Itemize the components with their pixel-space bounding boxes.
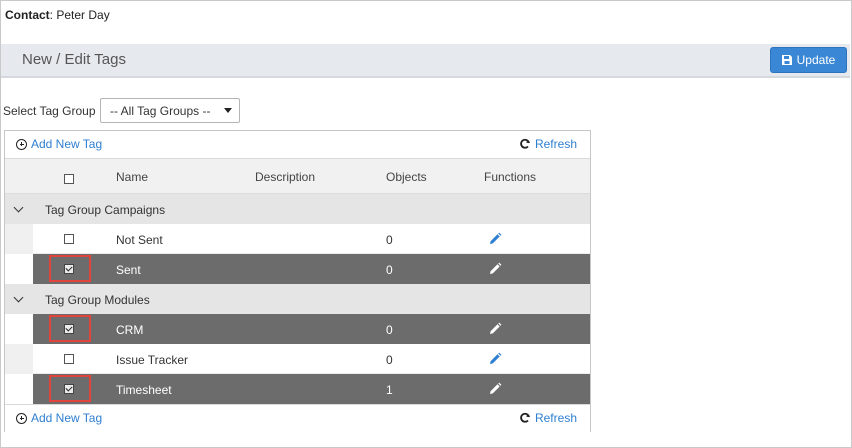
row-checkbox[interactable]	[64, 354, 74, 364]
page-title: New / Edit Tags	[22, 51, 126, 68]
refresh-label: Refresh	[534, 411, 577, 425]
tag-name: Not Sent	[116, 233, 163, 247]
add-new-tag-label: Add New Tag	[31, 137, 103, 151]
pencil-icon[interactable]	[488, 232, 502, 246]
tag-name: Issue Tracker	[116, 353, 189, 367]
update-button[interactable]: Update	[770, 47, 847, 73]
plus-circle-icon	[16, 412, 27, 424]
column-header-objects[interactable]: Objects	[386, 170, 427, 184]
refresh-icon	[520, 412, 530, 423]
row-indent	[5, 344, 33, 374]
group-row-campaigns[interactable]: Tag Group Campaigns	[5, 194, 590, 224]
group-name: Tag Group Modules	[45, 293, 150, 307]
tags-grid: Add New Tag Refresh Name Description Obj…	[4, 130, 591, 432]
row-checkbox[interactable]	[64, 324, 74, 334]
table-row-selected[interactable]: Timesheet 1	[5, 374, 590, 404]
chevron-down-icon[interactable]	[13, 202, 24, 213]
row-indent	[5, 374, 33, 404]
column-header-description[interactable]: Description	[255, 170, 315, 184]
column-header-functions: Functions	[484, 170, 537, 184]
add-new-tag-link-bottom[interactable]: Add New Tag	[16, 411, 102, 425]
tag-group-select-value: -- All Tag Groups --	[110, 104, 211, 118]
row-checkbox[interactable]	[64, 264, 74, 274]
pencil-icon[interactable]	[488, 382, 502, 396]
refresh-icon	[520, 138, 530, 149]
grid-toolbar-top: Add New Tag Refresh	[5, 131, 590, 159]
row-checkbox[interactable]	[64, 234, 74, 244]
refresh-label: Refresh	[534, 137, 577, 151]
table-row-selected[interactable]: Sent 0	[5, 254, 590, 284]
plus-circle-icon	[16, 138, 27, 150]
tag-objects: 0	[386, 263, 393, 277]
row-checkbox[interactable]	[64, 384, 74, 394]
tag-name: Sent	[116, 263, 141, 277]
row-indent	[5, 254, 33, 284]
table-row[interactable]: Not Sent 0	[5, 224, 590, 254]
pencil-icon[interactable]	[488, 322, 502, 336]
tag-name: CRM	[116, 323, 144, 337]
contact-label: Contact	[5, 8, 50, 22]
add-new-tag-link-top[interactable]: Add New Tag	[16, 137, 102, 151]
row-indent	[5, 314, 33, 344]
tag-group-label: Select Tag Group	[3, 104, 96, 118]
contact-line: Contact: Peter Day	[5, 8, 110, 22]
group-row-modules[interactable]: Tag Group Modules	[5, 284, 590, 314]
tag-objects: 1	[386, 383, 393, 397]
column-header-name[interactable]: Name	[116, 170, 148, 184]
row-indent	[5, 224, 33, 254]
add-new-tag-label: Add New Tag	[31, 411, 103, 425]
update-button-label: Update	[796, 53, 836, 67]
pencil-icon[interactable]	[488, 352, 502, 366]
contact-value: Peter Day	[56, 8, 110, 22]
grid-header-row: Name Description Objects Functions	[5, 159, 590, 194]
grid-toolbar-bottom: Add New Tag Refresh	[5, 404, 590, 432]
floppy-disk-icon	[781, 55, 792, 65]
table-row-selected[interactable]: CRM 0	[5, 314, 590, 344]
pencil-icon[interactable]	[488, 262, 502, 276]
tag-name: Timesheet	[116, 383, 172, 397]
dropdown-caret-icon	[224, 108, 232, 113]
table-row[interactable]: Issue Tracker 0	[5, 344, 590, 374]
tag-objects: 0	[386, 233, 393, 247]
tag-objects: 0	[386, 353, 393, 367]
group-name: Tag Group Campaigns	[45, 203, 166, 217]
title-bar: New / Edit Tags Update	[1, 44, 850, 78]
tag-objects: 0	[386, 323, 393, 337]
chevron-down-icon[interactable]	[13, 292, 24, 303]
tag-group-select[interactable]: -- All Tag Groups --	[100, 98, 240, 123]
refresh-link-bottom[interactable]: Refresh	[519, 411, 577, 425]
select-all-checkbox[interactable]	[64, 174, 74, 184]
refresh-link-top[interactable]: Refresh	[519, 137, 577, 151]
